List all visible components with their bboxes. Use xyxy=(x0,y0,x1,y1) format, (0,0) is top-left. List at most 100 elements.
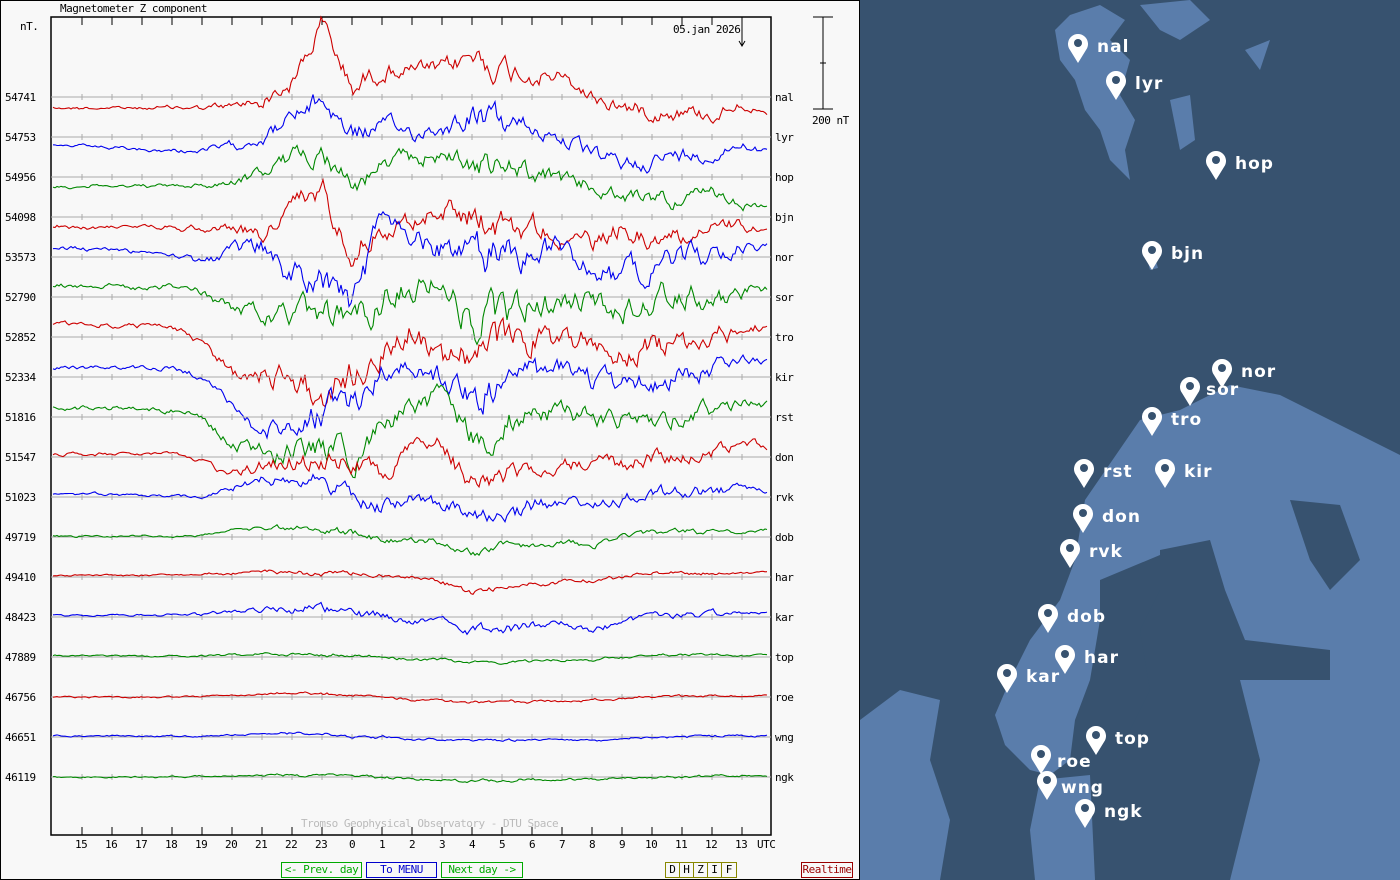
map-station-label-top[interactable]: top xyxy=(1115,729,1150,749)
baseline-value-nor: 53573 xyxy=(5,251,36,264)
baseline-value-ngk: 46119 xyxy=(5,771,36,784)
map-station-label-har[interactable]: har xyxy=(1084,648,1119,668)
map-station-label-ngk[interactable]: ngk xyxy=(1104,802,1143,822)
x-tick-label: 17 xyxy=(135,838,148,851)
map-station-label-rvk[interactable]: rvk xyxy=(1089,542,1123,562)
baseline-value-top: 47889 xyxy=(5,651,36,664)
magnetometer-plot xyxy=(50,15,833,836)
map-pin-icon[interactable] xyxy=(1067,33,1089,63)
x-tick-label: 20 xyxy=(225,838,238,851)
baseline-value-roe: 46756 xyxy=(5,691,36,704)
baseline-value-nal: 54741 xyxy=(5,91,36,104)
x-tick-label: 21 xyxy=(255,838,268,851)
station-label-kir: kir xyxy=(775,371,794,384)
station-label-top: top xyxy=(775,651,794,664)
credit-text: Tromso Geophysical Observatory - DTU Spa… xyxy=(301,817,559,830)
chart-title: Magnetometer Z component xyxy=(60,2,207,15)
baseline-value-kir: 52334 xyxy=(5,371,36,384)
map-station-label-dob[interactable]: dob xyxy=(1067,607,1106,627)
station-label-kar: kar xyxy=(775,611,794,624)
map-pin-icon[interactable] xyxy=(1141,240,1163,270)
component-i-button[interactable]: I xyxy=(708,863,722,877)
map-station-label-kar[interactable]: kar xyxy=(1026,667,1060,687)
component-f-button[interactable]: F xyxy=(722,863,736,877)
baseline-value-don: 51547 xyxy=(5,451,36,464)
component-selector: D H Z I F xyxy=(665,862,737,878)
map-pin-icon[interactable] xyxy=(1085,725,1107,755)
component-h-button[interactable]: H xyxy=(680,863,694,877)
map-station-label-wng[interactable]: wng xyxy=(1061,778,1104,798)
x-tick-label: 22 xyxy=(285,838,298,851)
x-tick-label: 7 xyxy=(559,838,566,851)
map-station-label-roe[interactable]: roe xyxy=(1057,752,1092,772)
x-tick-label: 18 xyxy=(165,838,178,851)
prev-day-button[interactable]: <- Prev. day xyxy=(281,862,362,878)
station-map: nal lyr hop bjn nor sor tro rst kir don rvk dob har k… xyxy=(860,0,1400,880)
component-d-button[interactable]: D xyxy=(666,863,680,877)
map-station-label-sor[interactable]: sor xyxy=(1206,380,1239,400)
map-pin-icon[interactable] xyxy=(1036,770,1058,800)
map-pin-icon[interactable] xyxy=(1179,376,1201,406)
x-tick-label: 0 xyxy=(349,838,356,851)
baseline-value-har: 49410 xyxy=(5,571,36,584)
map-pin-icon[interactable] xyxy=(1105,70,1127,100)
map-pin-icon[interactable] xyxy=(1059,538,1081,568)
baseline-value-dob: 49719 xyxy=(5,531,36,544)
station-label-rst: rst xyxy=(775,411,794,424)
map-station-label-rst[interactable]: rst xyxy=(1103,462,1133,482)
map-station-label-don[interactable]: don xyxy=(1102,507,1141,527)
baseline-value-tro: 52852 xyxy=(5,331,36,344)
date-label: 05.jan 2026 xyxy=(673,23,741,36)
map-pin-icon[interactable] xyxy=(1154,458,1176,488)
map-pin-icon[interactable] xyxy=(1141,406,1163,436)
x-tick-label: 8 xyxy=(589,838,596,851)
baseline-value-wng: 46651 xyxy=(5,731,36,744)
map-pin-icon[interactable] xyxy=(996,663,1018,693)
station-label-wng: wng xyxy=(775,731,794,744)
scale-label: 200 nT xyxy=(812,114,849,127)
x-tick-label: 19 xyxy=(195,838,208,851)
map-pin-icon[interactable] xyxy=(1073,458,1095,488)
map-station-label-bjn[interactable]: bjn xyxy=(1171,244,1204,264)
menu-button[interactable]: To MENU xyxy=(366,862,437,878)
x-tick-label: 15 xyxy=(75,838,88,851)
next-day-button[interactable]: Next day -> xyxy=(441,862,523,878)
map-pin-icon[interactable] xyxy=(1072,503,1094,533)
map-pin-icon[interactable] xyxy=(1205,150,1227,180)
map-station-label-nal[interactable]: nal xyxy=(1097,37,1129,57)
realtime-button[interactable]: Realtime xyxy=(801,862,853,878)
station-label-roe: roe xyxy=(775,691,794,704)
plot-frame xyxy=(50,16,772,836)
station-label-hop: hop xyxy=(775,171,794,184)
station-label-har: har xyxy=(775,571,794,584)
x-tick-label: 13 xyxy=(735,838,748,851)
station-label-bjn: bjn xyxy=(775,211,794,224)
x-tick-label: 2 xyxy=(409,838,416,851)
station-label-dob: dob xyxy=(775,531,794,544)
station-label-nal: nal xyxy=(775,91,794,104)
map-station-label-kir[interactable]: kir xyxy=(1184,462,1213,482)
map-station-label-nor[interactable]: nor xyxy=(1241,362,1276,382)
component-z-button[interactable]: Z xyxy=(694,863,708,877)
x-tick-label: 9 xyxy=(619,838,626,851)
map-pin-icon[interactable] xyxy=(1074,798,1096,828)
map-station-label-lyr[interactable]: lyr xyxy=(1135,74,1163,94)
map-station-label-hop[interactable]: hop xyxy=(1235,154,1274,174)
station-label-ngk: ngk xyxy=(775,771,794,784)
x-axis-label: UTC xyxy=(757,838,776,851)
x-tick-label: 10 xyxy=(645,838,658,851)
x-tick-label: 3 xyxy=(439,838,446,851)
baseline-value-hop: 54956 xyxy=(5,171,36,184)
station-label-lyr: lyr xyxy=(775,131,794,144)
x-tick-label: 6 xyxy=(529,838,536,851)
map-pin-icon[interactable] xyxy=(1037,603,1059,633)
baseline-value-bjn: 54098 xyxy=(5,211,36,224)
map-station-label-tro[interactable]: tro xyxy=(1171,410,1202,430)
x-tick-label: 5 xyxy=(499,838,506,851)
x-tick-label: 11 xyxy=(675,838,688,851)
station-label-sor: sor xyxy=(775,291,794,304)
x-tick-label: 23 xyxy=(315,838,328,851)
x-tick-label: 12 xyxy=(705,838,718,851)
baseline-value-sor: 52790 xyxy=(5,291,36,304)
baseline-value-rvk: 51023 xyxy=(5,491,36,504)
